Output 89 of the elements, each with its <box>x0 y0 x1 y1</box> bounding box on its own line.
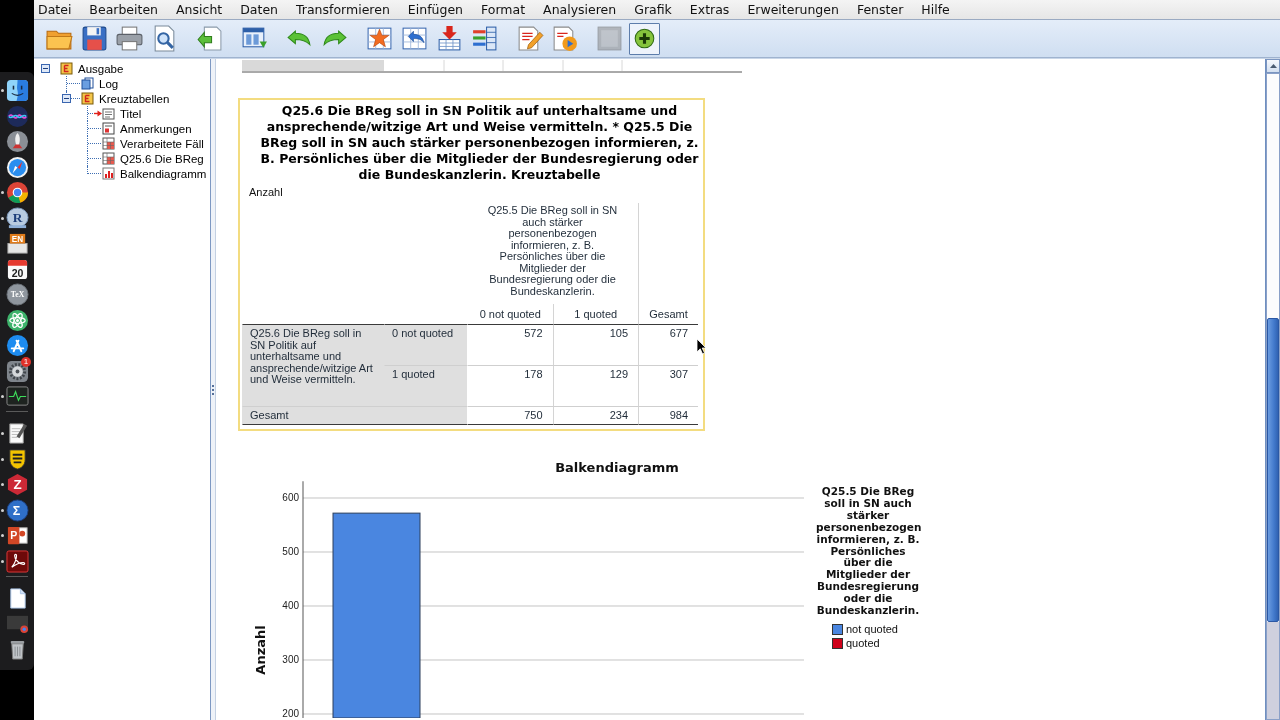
pane-splitter[interactable] <box>210 59 216 720</box>
menu-item[interactable]: Einfügen <box>398 0 472 19</box>
row-header: 1 quoted <box>384 365 467 406</box>
up-arrow-icon <box>1269 64 1277 68</box>
table-cell: 105 <box>552 324 638 365</box>
row-header: Gesamt <box>242 406 467 425</box>
page-play-icon <box>550 24 579 53</box>
axis-tick-label: 400 <box>282 600 299 612</box>
table-cell: 129 <box>552 365 638 406</box>
axis-tick-label: 300 <box>282 654 299 666</box>
outline-item[interactable]: Anmerkungen <box>120 121 192 136</box>
toolbar-button[interactable] <box>629 22 660 55</box>
outline-item[interactable]: Titel <box>120 106 142 121</box>
outline-item[interactable]: Balkendiagramm <box>120 166 207 181</box>
menu-item[interactable]: Datei <box>34 0 81 19</box>
legend-title: Q25.5 Die BReg soll in SN auch stärker personenbezogen informieren, z. B. Persönliches über die Mitglieder der Bundesregierung oder die Bundeskanzlerin. <box>815 486 923 617</box>
mouse-pointer-icon <box>696 338 707 355</box>
notes-page-icon <box>102 122 115 135</box>
outline-item[interactable]: Log <box>99 76 119 91</box>
menu-item[interactable]: Hilfe <box>912 0 959 19</box>
circle-logo-icon[interactable] <box>5 181 29 204</box>
table-title: Q25.6 Die BReg soll in SN Politik auf unterhaltsame und ansprechende/witzige Art und Weise vermitteln. * Q25.5 Die BReg soll in SN auch stärker personenbezogen informieren, z. B. Persönliches über die Mitglieder der Bundesregierung oder die Bundeskanzlerin. Kreuztabelle <box>259 103 699 183</box>
letter-disc-icon[interactable]: R <box>5 206 29 230</box>
row-header: 0 not quoted <box>384 324 467 365</box>
rocket-icon[interactable] <box>5 130 29 153</box>
menu-item[interactable]: Transformieren <box>287 0 399 19</box>
table-cell: 178 <box>467 365 553 406</box>
page-arrow-icon <box>195 24 224 53</box>
table-cell: 307 <box>638 365 698 406</box>
square-icon <box>595 24 624 53</box>
axis-tick-label: 200 <box>282 708 299 718</box>
notebook-icon <box>81 92 94 105</box>
menu-item[interactable]: Bearbeiten <box>80 0 168 19</box>
bar-chart-icon <box>102 167 115 180</box>
table-cell: 572 <box>467 324 553 365</box>
table-page-icon <box>102 152 115 165</box>
pages-icon <box>81 77 94 90</box>
table-page-icon <box>102 137 115 150</box>
menu-item[interactable]: Grafik <box>625 0 681 19</box>
menu-item[interactable]: Fenster <box>847 0 913 19</box>
text-page-icon <box>102 107 115 120</box>
column-header: Gesamt <box>638 203 698 324</box>
column-header: Q25.5 Die BReg soll in SN auch stärker personenbezogen informieren, z. B. Persönliches über die Mitglieder der Bundesregierung oder die Bundeskanzlerin. <box>486 203 619 299</box>
collapse-icon[interactable] <box>41 64 50 73</box>
scroll-up-button[interactable] <box>1266 59 1280 73</box>
a-shape-disc-icon[interactable] <box>5 334 29 357</box>
outline-item[interactable]: Kreuztabellen <box>99 91 170 106</box>
table-arrow-icon <box>400 24 429 53</box>
menu-item[interactable]: Erweiterungen <box>738 0 848 19</box>
letter-disc-icon[interactable]: Σ <box>5 498 29 522</box>
table-cell: 750 <box>467 406 553 425</box>
outline-item[interactable]: Ausgabe <box>78 61 124 76</box>
page-pencil-icon <box>515 24 544 53</box>
row-header: Q25.6 Die BReg soll in SN Politik auf unterhaltsame und ansprechende/witzige Art und Weise vermitteln. <box>242 324 384 406</box>
swirl-tile-icon[interactable] <box>5 549 29 573</box>
legend-label: quoted <box>846 637 880 651</box>
chart-title: Balkendiagramm <box>554 460 680 477</box>
table-cell: 984 <box>638 406 698 425</box>
scrollbar-thumb[interactable] <box>1267 318 1279 622</box>
outline-item[interactable]: Verarbeitete Fäll <box>120 136 204 151</box>
printer-icon <box>115 24 144 53</box>
column-header: 1 quoted <box>552 304 638 324</box>
notebook-icon <box>60 62 73 75</box>
gear-icon[interactable] <box>5 359 29 383</box>
menu-item[interactable]: Extras <box>680 0 739 19</box>
hexagon-letter-icon[interactable]: Z <box>5 473 29 496</box>
table-bars-icon <box>470 24 499 53</box>
pulse-monitor-icon[interactable] <box>5 385 29 408</box>
column-header: 0 not quoted <box>478 307 542 322</box>
menu-item[interactable]: Daten <box>231 0 287 19</box>
table-caption: Anzahl <box>248 186 284 199</box>
compass-icon[interactable] <box>5 155 29 179</box>
notification-badge: 1 <box>21 356 31 367</box>
outline-item[interactable]: Q25.6 Die BReg <box>120 151 204 166</box>
orb-icon[interactable] <box>5 104 29 128</box>
collapse-icon[interactable] <box>62 94 71 103</box>
table-down-arrow-icon <box>435 24 464 53</box>
table-cell: 234 <box>552 406 638 425</box>
legend-label: not quoted <box>846 623 898 637</box>
menu-item[interactable]: Analysieren <box>534 0 626 19</box>
face-tile-icon[interactable] <box>5 79 29 102</box>
axis-title: Anzahl <box>252 625 268 675</box>
axis-tick-label: 600 <box>282 492 299 504</box>
menu-item[interactable]: Format <box>472 0 535 19</box>
calendar-icon[interactable]: 20 <box>5 257 29 281</box>
table-star-icon <box>365 24 394 53</box>
atom-icon[interactable] <box>5 308 29 332</box>
menu-item[interactable]: Ansicht <box>167 0 232 19</box>
axis-tick-label: 500 <box>282 546 299 558</box>
